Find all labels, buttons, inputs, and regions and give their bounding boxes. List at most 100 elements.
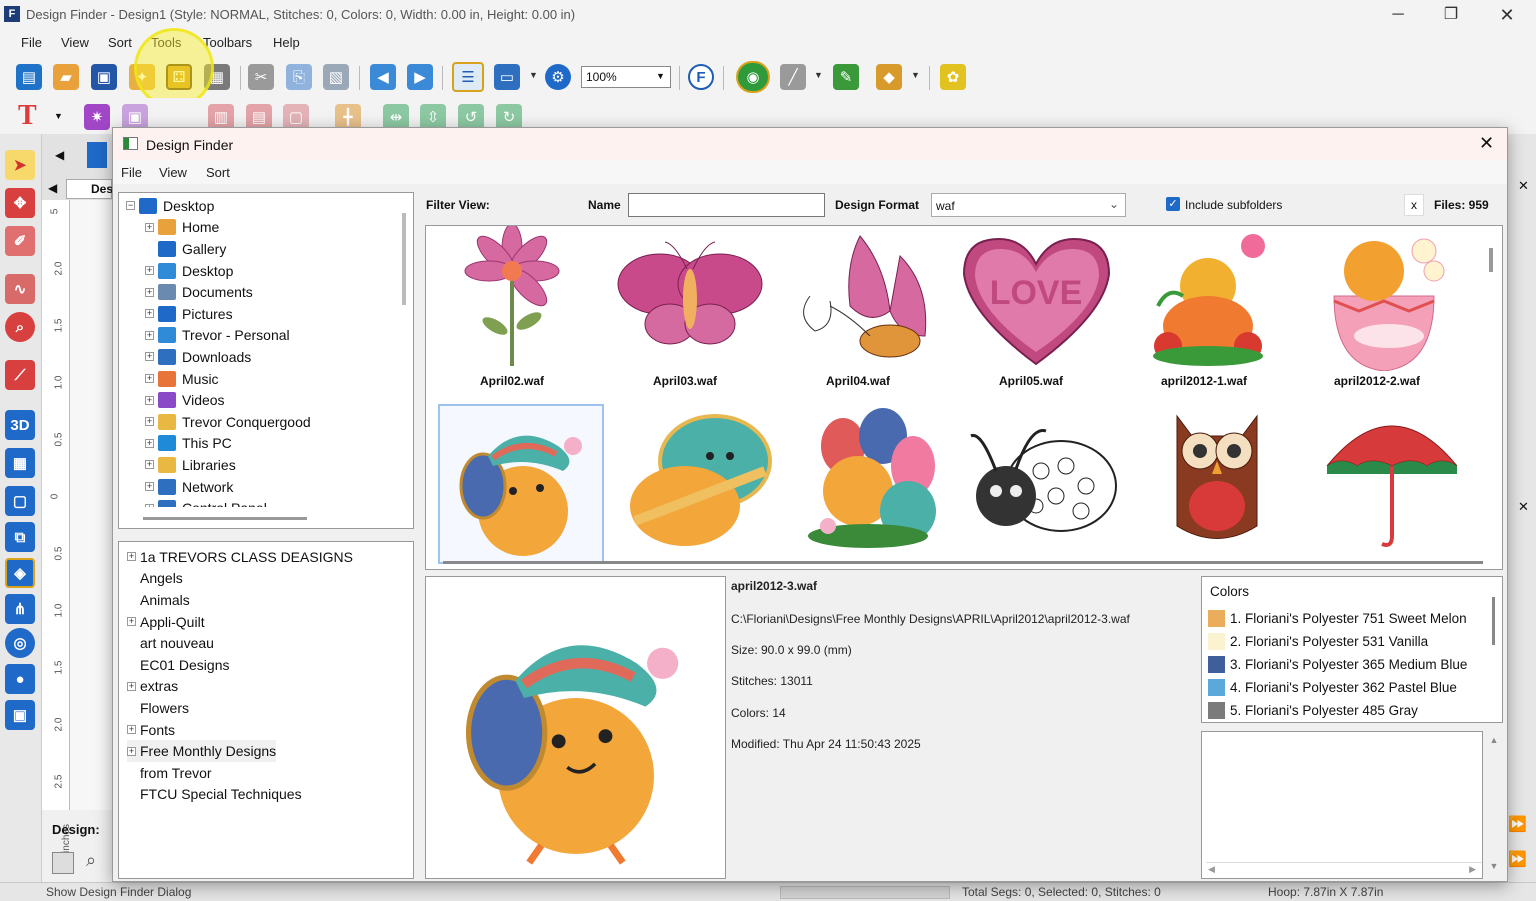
- subfolder-item[interactable]: from Trevor: [127, 762, 212, 784]
- zoom-icon[interactable]: ⌕: [5, 312, 35, 342]
- grid-icon[interactable]: ▦: [5, 448, 35, 478]
- tree-item[interactable]: + Documents: [145, 281, 253, 303]
- expand-toggle-icon[interactable]: +: [127, 617, 136, 627]
- tree-item[interactable]: + Trevor Conquergood: [145, 411, 311, 433]
- save-icon[interactable]: ▣: [91, 64, 117, 90]
- tree-item[interactable]: + Libraries: [145, 454, 236, 476]
- open-folder-icon[interactable]: ▰: [53, 64, 79, 90]
- tree-item[interactable]: + Downloads: [145, 346, 251, 368]
- node-select-icon[interactable]: ✥: [5, 188, 35, 218]
- dropdown-arrow-icon[interactable]: ▼: [911, 70, 920, 80]
- subfolder-item[interactable]: Angels: [127, 568, 183, 590]
- thumbnail-item[interactable]: April04.waf: [776, 226, 940, 388]
- tree-item[interactable]: + Desktop: [145, 260, 233, 282]
- color-item[interactable]: 3. Floriani's Polyester 365 Medium Blue: [1208, 653, 1467, 676]
- canvas-tab[interactable]: Des: [66, 179, 113, 199]
- copy-icon[interactable]: ⎘: [286, 64, 312, 90]
- hoop-icon[interactable]: ▢: [5, 486, 35, 516]
- collapse-arrow-icon[interactable]: ◀: [55, 148, 64, 162]
- subfolder-item[interactable]: + Appli-Quilt: [127, 611, 205, 633]
- menu-view[interactable]: View: [61, 35, 89, 50]
- dialog-menu-sort[interactable]: Sort: [206, 165, 230, 180]
- list-view-icon[interactable]: ☰: [452, 62, 484, 92]
- grid-view-icon[interactable]: [52, 852, 74, 874]
- tree-item[interactable]: − Desktop: [126, 195, 214, 217]
- notes-hscrollbar[interactable]: ◀ ▶: [1206, 862, 1482, 874]
- fast-forward-icon[interactable]: ⏩: [1508, 850, 1527, 868]
- view-stitches-icon[interactable]: ◈: [5, 558, 35, 588]
- tree-item[interactable]: + Pictures: [145, 303, 233, 325]
- tree-item[interactable]: + Network: [145, 476, 233, 498]
- expand-toggle-icon[interactable]: +: [145, 222, 154, 232]
- name-filter-input[interactable]: [628, 193, 825, 217]
- dialog-menu-file[interactable]: File: [121, 165, 142, 180]
- select-arrow-icon[interactable]: ➤: [5, 150, 35, 180]
- expand-toggle-icon[interactable]: +: [145, 395, 154, 405]
- expand-toggle-icon[interactable]: +: [145, 287, 154, 297]
- plugin-icon[interactable]: ✿: [940, 64, 966, 90]
- subfolder-item[interactable]: Animals: [127, 589, 190, 611]
- expand-toggle-icon[interactable]: +: [127, 725, 136, 735]
- split-hoop-icon[interactable]: ⧉: [5, 522, 35, 552]
- expand-toggle-icon[interactable]: +: [145, 460, 154, 470]
- expand-toggle-icon[interactable]: +: [145, 309, 154, 319]
- sparkle-icon[interactable]: ✷: [84, 104, 110, 130]
- tree-item[interactable]: + Videos: [145, 389, 225, 411]
- expand-toggle-icon[interactable]: +: [145, 417, 154, 427]
- tree-item[interactable]: + Trevor - Personal: [145, 325, 290, 347]
- share-icon[interactable]: ⋔: [5, 594, 35, 624]
- subfolder-item[interactable]: + Free Monthly Designs: [127, 740, 277, 762]
- subfolder-item[interactable]: + extras: [127, 676, 178, 698]
- thumbnail-item[interactable]: april2012-2.waf: [1295, 226, 1459, 388]
- cut-icon[interactable]: ✂: [248, 64, 274, 90]
- notes-scrollbar[interactable]: ▲ ▼: [1485, 731, 1503, 879]
- new-file-icon[interactable]: ▤: [16, 64, 42, 90]
- forward-arrow-icon[interactable]: ▶: [407, 64, 433, 90]
- format-select[interactable]: waf ⌄: [931, 193, 1126, 217]
- tree-item[interactable]: + Control Panel: [145, 497, 267, 507]
- tree-item[interactable]: Gallery: [145, 238, 226, 260]
- paste-icon[interactable]: ▧: [323, 64, 349, 90]
- thumbnail-item[interactable]: [788, 406, 952, 566]
- tree-scrollbar[interactable]: [402, 213, 406, 305]
- expand-toggle-icon[interactable]: +: [145, 482, 154, 492]
- 3d-icon[interactable]: 3D: [5, 410, 35, 440]
- dialog-close-icon[interactable]: ✕: [1479, 133, 1494, 154]
- color-item[interactable]: 2. Floriani's Polyester 531 Vanilla: [1208, 630, 1428, 653]
- expand-toggle-icon[interactable]: +: [127, 746, 136, 756]
- search-icon[interactable]: ⌕: [86, 850, 96, 871]
- grid-scrollbar[interactable]: [1489, 248, 1493, 272]
- fast-forward-icon[interactable]: ⏩: [1508, 815, 1527, 833]
- expand-toggle-icon[interactable]: +: [127, 552, 136, 562]
- monitor-icon[interactable]: ▣: [5, 700, 35, 730]
- thumbnail-item[interactable]: april2012-1.waf: [1122, 226, 1286, 388]
- minimize-button[interactable]: ─: [1378, 4, 1418, 26]
- close-panel-icon[interactable]: ✕: [1518, 499, 1529, 515]
- dropdown-arrow-icon[interactable]: ▼: [54, 111, 63, 121]
- dropdown-arrow-icon[interactable]: ▼: [529, 70, 538, 80]
- thumbnail-item[interactable]: [1307, 406, 1471, 566]
- pen-icon[interactable]: ✎: [833, 64, 859, 90]
- subfolder-item[interactable]: art nouveau: [127, 632, 214, 654]
- menu-sort[interactable]: Sort: [108, 35, 132, 50]
- subfolder-item[interactable]: + Fonts: [127, 719, 175, 741]
- color-item[interactable]: 1. Floriani's Polyester 751 Sweet Melon: [1208, 607, 1467, 630]
- layout-view-icon[interactable]: ▭: [494, 64, 520, 90]
- zoom-select[interactable]: 100% ▼: [581, 66, 671, 88]
- subfolder-item[interactable]: FTCU Special Techniques: [127, 784, 302, 806]
- menu-help[interactable]: Help: [273, 35, 300, 50]
- tree-item[interactable]: + This PC: [145, 433, 232, 455]
- reshape-icon[interactable]: ✐: [5, 226, 35, 256]
- target-icon[interactable]: ◎: [5, 628, 35, 658]
- grid-hscrollbar[interactable]: [443, 561, 1483, 564]
- dropdown-arrow-icon[interactable]: ▼: [814, 70, 823, 80]
- menu-file[interactable]: File: [21, 35, 42, 50]
- color-shapes-icon[interactable]: ◆: [876, 64, 902, 90]
- tab-scroll-left-icon[interactable]: ◀: [48, 181, 57, 195]
- expand-toggle-icon[interactable]: +: [145, 438, 154, 448]
- include-subfolders-checkbox[interactable]: ✓: [1166, 197, 1180, 211]
- tree-item[interactable]: + Home: [145, 217, 219, 239]
- expand-toggle-icon[interactable]: +: [145, 266, 154, 276]
- needle-icon[interactable]: ╱: [780, 64, 806, 90]
- expand-toggle-icon[interactable]: +: [145, 330, 154, 340]
